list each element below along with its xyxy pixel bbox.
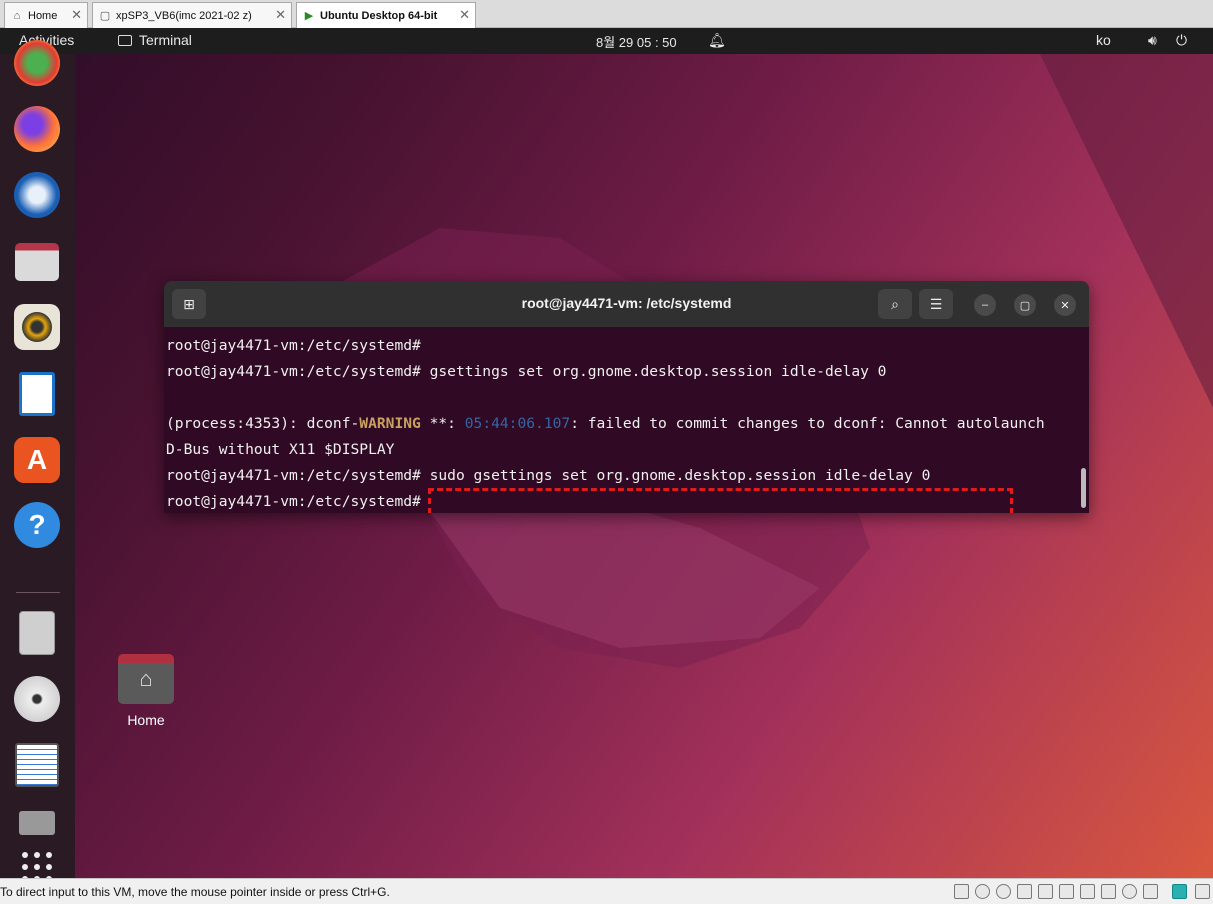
tab-home[interactable]: ⌂ Home ✕ (4, 2, 88, 28)
app-grid-icon[interactable] (14, 844, 60, 878)
terminal-line: (process:4353): dconf-WARNING **: 05:44:… (166, 411, 1077, 437)
vm-screen[interactable]: Activities Terminal 8월 29 05 : 50 🔔︎ ko … (0, 28, 1213, 878)
text-part: (process:4353): dconf- (166, 415, 360, 432)
text-editor-icon[interactable] (14, 742, 60, 788)
terminal-line: root@jay4471-vm:/etc/systemd# sudo gsett… (166, 467, 931, 484)
text-editor-icon-shape (15, 743, 59, 787)
dock-separator (16, 592, 60, 593)
usb-icon[interactable] (1101, 884, 1116, 899)
status-bar: To direct input to this VM, move the mou… (0, 878, 1213, 904)
maximize-icon[interactable]: ▢ (1014, 294, 1036, 316)
writer-icon-shape (19, 372, 55, 416)
firefox-icon[interactable] (14, 106, 60, 152)
input-lang[interactable]: ko (1096, 32, 1111, 48)
tab-label: xpSP3_VB6(imc 2021-02 z) (116, 9, 252, 22)
close-icon[interactable]: ✕ (1054, 294, 1076, 316)
status-message: To direct input to this VM, move the mou… (0, 885, 390, 899)
search-icon[interactable]: ⌕ (878, 289, 912, 319)
power-icon[interactable]: ⏻ (1176, 32, 1187, 49)
timestamp: 05:44:06.107 (464, 415, 571, 432)
fullscreen-icon[interactable] (1195, 884, 1210, 899)
terminal-window[interactable]: ⊞ root@jay4471-vm: /etc/systemd ⌕ ☰ – ▢ … (164, 281, 1089, 513)
clock[interactable]: 8월 29 05 : 50 (596, 32, 677, 51)
vm-icon: ▢ (99, 10, 111, 22)
vm-running-icon: ▶ (304, 10, 314, 22)
terminal-header: ⊞ root@jay4471-vm: /etc/systemd ⌕ ☰ – ▢ … (164, 281, 1089, 327)
gnome-top-bar: Activities Terminal 8월 29 05 : 50 🔔︎ ko … (0, 28, 1213, 54)
network-adapter-icon[interactable] (1038, 884, 1053, 899)
terminal-line: root@jay4471-vm:/etc/systemd# (166, 337, 421, 354)
files-icon-shape (15, 243, 59, 281)
terminal-line: root@jay4471-vm:/etc/systemd# gsettings … (166, 363, 887, 380)
close-icon[interactable]: ✕ (459, 7, 470, 23)
chrome-icon[interactable] (14, 40, 60, 86)
host-tab-bar: ⌂ Home ✕ ▢ xpSP3_VB6(imc 2021-02 z) ✕ ▶ … (0, 0, 1213, 28)
drive-icon-shape (19, 611, 55, 655)
help-icon[interactable]: ? (14, 502, 60, 548)
cd-status-icon[interactable] (975, 884, 990, 899)
drive-icon[interactable] (14, 610, 60, 656)
volume-icon[interactable]: 🔊︎ (1148, 32, 1157, 49)
printer-icon[interactable] (1059, 884, 1074, 899)
hdd-icon[interactable] (954, 884, 969, 899)
files-icon[interactable] (14, 239, 60, 285)
terminal-line: D-Bus without X11 $DISPLAY (166, 441, 395, 458)
terminal-icon (118, 34, 132, 46)
trash-icon[interactable] (14, 808, 60, 838)
tab-label: Home (28, 9, 58, 22)
scrollbar[interactable] (1081, 468, 1086, 508)
text-part: : failed to commit changes to dconf: Can… (570, 415, 1045, 432)
warning-label: WARNING (359, 415, 421, 432)
message-icon[interactable] (1172, 884, 1187, 899)
home-folder-icon: ⌂ (118, 654, 174, 704)
trash-icon-shape (19, 811, 55, 835)
menu-icon[interactable]: ☰ (919, 289, 953, 319)
grid-dots (22, 852, 52, 878)
tab-ubuntu[interactable]: ▶ Ubuntu Desktop 64-bit ✕ (296, 2, 476, 28)
writer-icon[interactable] (14, 371, 60, 417)
thunderbird-icon[interactable] (14, 172, 60, 218)
tab-xpsp3[interactable]: ▢ xpSP3_VB6(imc 2021-02 z) ✕ (92, 2, 292, 28)
cd-icon[interactable] (14, 676, 60, 722)
highlight-box (428, 488, 1013, 513)
tab-label: Ubuntu Desktop 64-bit (320, 9, 438, 22)
speaker-shape (22, 312, 52, 342)
desktop-home[interactable]: ⌂ Home (116, 654, 176, 728)
terminal-output[interactable]: root@jay4471-vm:/etc/systemd# root@jay44… (166, 333, 1077, 513)
floppy-icon[interactable] (1017, 884, 1032, 899)
display-icon[interactable] (1143, 884, 1158, 899)
home-icon: ⌂ (13, 9, 21, 22)
rhythmbox-icon[interactable] (14, 304, 60, 350)
app-menu[interactable]: Terminal (118, 32, 192, 48)
sound-icon[interactable] (1080, 884, 1095, 899)
camera-icon[interactable] (1122, 884, 1137, 899)
software-icon[interactable]: A (14, 437, 60, 483)
bell-icon: 🔔︎ (708, 32, 726, 48)
close-icon[interactable]: ✕ (275, 7, 286, 23)
text-part: **: (420, 415, 465, 432)
close-icon[interactable]: ✕ (71, 7, 82, 23)
minimize-icon[interactable]: – (974, 294, 996, 316)
dock: A ? (0, 40, 75, 878)
terminal-line-empty (166, 385, 1077, 411)
network-icon[interactable] (996, 884, 1011, 899)
home-label: Home (127, 712, 165, 728)
app-name: Terminal (139, 32, 192, 48)
